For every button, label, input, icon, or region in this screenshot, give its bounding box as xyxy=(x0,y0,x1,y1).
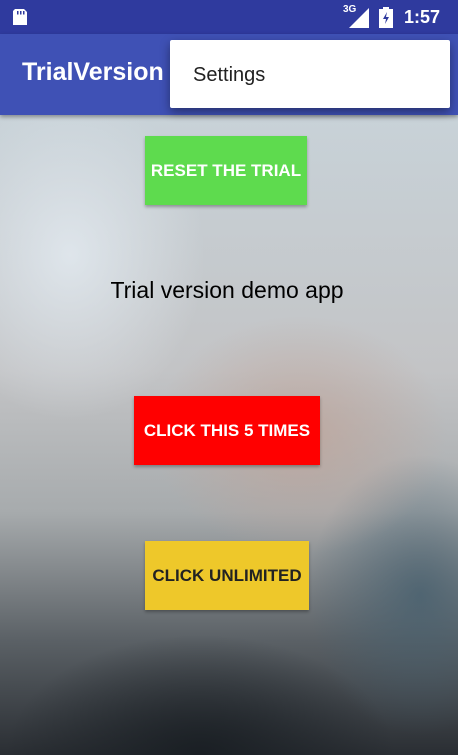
demo-text: Trial version demo app xyxy=(110,277,344,303)
status-time: 1:57 xyxy=(404,7,441,27)
overflow-menu: Settings xyxy=(170,40,450,108)
status-bar: 3G 1:57 xyxy=(0,0,458,34)
menu-item-label: Settings xyxy=(193,64,266,86)
app-screen: 3G 1:57 TrialVersion RESET THE TRIAL Tri… xyxy=(0,0,458,755)
battery-charging-icon xyxy=(379,7,393,28)
click-unlimited-button[interactable]: CLICK UNLIMITED xyxy=(145,541,309,610)
reset-trial-button[interactable]: RESET THE TRIAL xyxy=(145,136,307,205)
app-title: TrialVersion xyxy=(22,58,164,86)
sd-card-icon xyxy=(10,7,30,27)
menu-item-settings[interactable]: Settings xyxy=(170,40,450,108)
click-five-times-button[interactable]: CLICK THIS 5 TIMES xyxy=(134,396,320,465)
signal-icon xyxy=(343,7,371,29)
main-content: RESET THE TRIAL Trial version demo app C… xyxy=(0,115,458,755)
